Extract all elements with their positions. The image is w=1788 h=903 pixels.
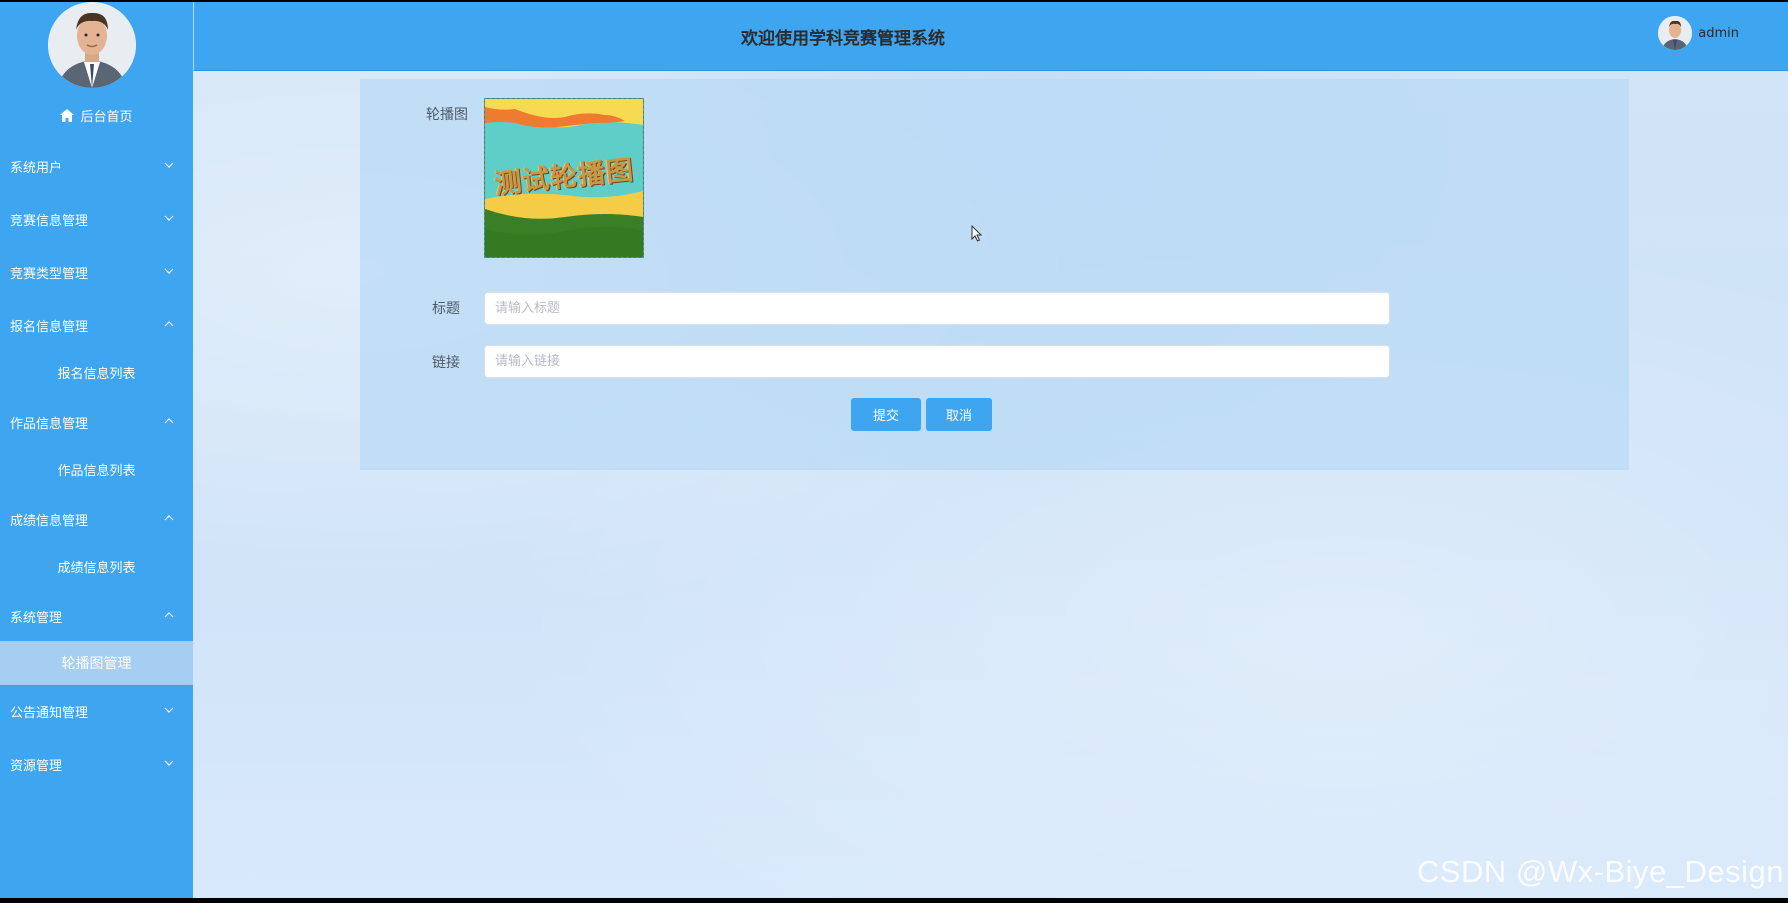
avatar-portrait-icon xyxy=(48,2,136,88)
chevron-up-icon xyxy=(164,612,174,618)
chevron-up-icon xyxy=(164,321,174,327)
app-window: 后台首页 系统用户 竞赛信息管理 竞赛类型管理 报名信息管理 报名信息列表 作品… xyxy=(0,2,1788,898)
sidebar-item-label: 报名信息管理 xyxy=(10,319,89,335)
sidebar-item-announcements[interactable]: 公告通知管理 xyxy=(0,691,193,731)
top-header: 欢迎使用学科竞赛管理系统 admin xyxy=(193,2,1788,71)
link-label: 链接 xyxy=(432,355,460,371)
sidebar-item-label: 竞赛信息管理 xyxy=(10,213,89,229)
title-label: 标题 xyxy=(432,301,460,317)
sidebar-item-label: 系统管理 xyxy=(10,610,63,626)
chevron-up-icon xyxy=(164,515,174,521)
user-avatar-icon xyxy=(1658,16,1693,50)
sidebar: 后台首页 系统用户 竞赛信息管理 竞赛类型管理 报名信息管理 报名信息列表 作品… xyxy=(0,2,193,898)
username: admin xyxy=(1698,25,1739,41)
title-input[interactable] xyxy=(484,292,1390,325)
link-input[interactable] xyxy=(484,345,1390,378)
chevron-up-icon xyxy=(164,418,174,424)
watermark: CSDN @Wx-Biye_Design xyxy=(1416,854,1784,889)
page-title: 欢迎使用学科竞赛管理系统 xyxy=(741,28,945,49)
sidebar-item-label: 公告通知管理 xyxy=(10,705,89,721)
user-avatar xyxy=(1658,16,1693,50)
sidebar-subitem-label: 成绩信息列表 xyxy=(57,560,136,576)
sidebar-item-competition-info[interactable]: 竞赛信息管理 xyxy=(0,199,193,239)
sidebar-item-label: 竞赛类型管理 xyxy=(10,266,89,282)
sidebar-item-label: 资源管理 xyxy=(10,758,63,774)
sidebar-subitem-registration-list[interactable]: 报名信息列表 xyxy=(0,352,193,392)
sidebar-item-scores[interactable]: 成绩信息管理 xyxy=(0,499,193,539)
submit-button[interactable]: 提交 xyxy=(851,398,921,431)
carousel-image-upload[interactable]: 测试轮播图 xyxy=(484,98,644,258)
carousel-form: 轮播图 测试轮播图 标题 链接 提交 取消 xyxy=(360,79,1629,470)
carousel-image-label: 轮播图 xyxy=(426,107,468,123)
sidebar-subitem-label: 报名信息列表 xyxy=(57,366,136,382)
sidebar-item-label: 成绩信息管理 xyxy=(10,513,89,529)
home-label: 后台首页 xyxy=(80,109,133,125)
avatar[interactable] xyxy=(48,2,136,88)
user-menu[interactable]: admin xyxy=(1658,15,1739,51)
sidebar-item-label: 系统用户 xyxy=(10,160,63,176)
chevron-down-icon xyxy=(164,707,174,713)
sidebar-item-works[interactable]: 作品信息管理 xyxy=(0,402,193,442)
sidebar-subitem-label: 作品信息列表 xyxy=(57,463,136,479)
sidebar-item-system-management[interactable]: 系统管理 xyxy=(0,596,193,636)
chevron-down-icon xyxy=(164,215,174,221)
sidebar-item-label: 作品信息管理 xyxy=(10,416,89,432)
home-link[interactable]: 后台首页 xyxy=(0,104,193,126)
sidebar-item-resources[interactable]: 资源管理 xyxy=(0,744,193,784)
sidebar-item-registration[interactable]: 报名信息管理 xyxy=(0,305,193,345)
chevron-down-icon xyxy=(164,162,174,168)
sidebar-subitem-scores-list[interactable]: 成绩信息列表 xyxy=(0,546,193,586)
chevron-down-icon xyxy=(164,268,174,274)
sidebar-subitem-carousel-management[interactable]: 轮播图管理 xyxy=(0,641,193,685)
chevron-down-icon xyxy=(164,760,174,766)
sidebar-item-system-users[interactable]: 系统用户 xyxy=(0,146,193,186)
sidebar-subitem-label: 轮播图管理 xyxy=(61,656,132,672)
cancel-button[interactable]: 取消 xyxy=(926,398,992,431)
sidebar-subitem-works-list[interactable]: 作品信息列表 xyxy=(0,449,193,489)
home-icon xyxy=(60,108,75,122)
mouse-cursor-icon xyxy=(971,225,983,242)
sidebar-item-competition-type[interactable]: 竞赛类型管理 xyxy=(0,252,193,292)
